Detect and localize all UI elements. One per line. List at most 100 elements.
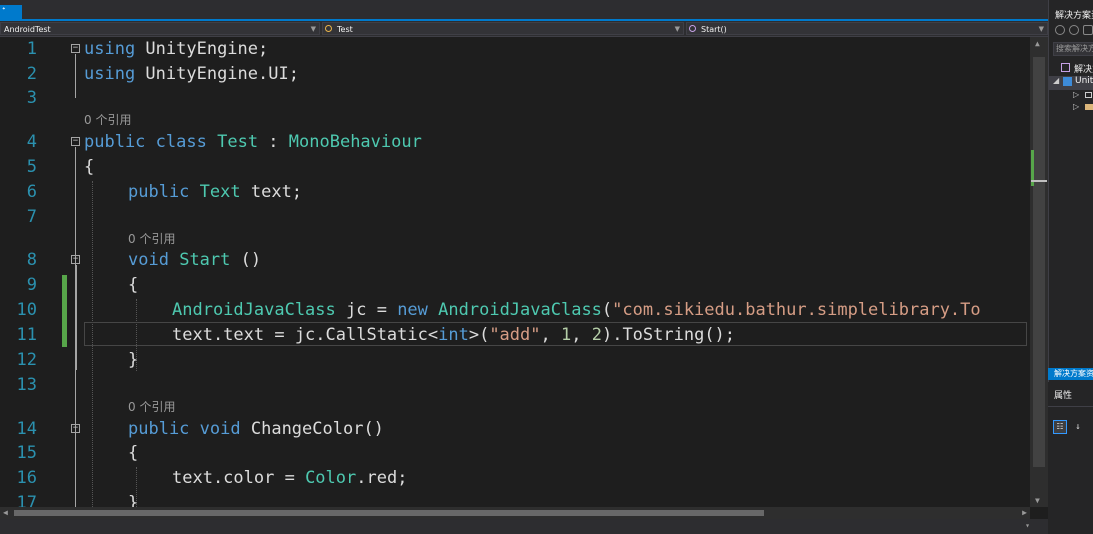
class-dropdown-label: Test <box>337 25 353 34</box>
line-number: 16 <box>16 468 37 488</box>
member-dropdown[interactable]: Start() ▼ <box>686 22 1048 35</box>
collapse-icon[interactable]: − <box>71 44 80 53</box>
class-icon <box>325 25 332 32</box>
method-name: Start <box>179 250 231 270</box>
code-editor[interactable]: 1 2 3 4 5 6 7 8 9 10 11 12 13 14 15 16 1… <box>0 37 1030 507</box>
line-number: 12 <box>16 350 37 370</box>
chevron-down-icon[interactable]: ▾ <box>1025 521 1030 530</box>
keyword: new <box>397 300 428 320</box>
panel-title: 解决方案资源管理器 <box>1055 11 1093 21</box>
code-line-8[interactable]: void Start () <box>128 249 261 271</box>
codelens-references[interactable]: 0 个引用 <box>84 111 131 128</box>
member-dropdown-label: Start() <box>701 25 727 34</box>
categorized-icon[interactable]: ☷ <box>1053 420 1067 434</box>
expand-icon[interactable]: ▷ <box>1073 90 1079 99</box>
code-text: ).ToString(); <box>601 325 736 345</box>
solution-icon <box>1061 63 1070 72</box>
properties-panel: 属性 ☷ ↓ <box>1048 382 1093 534</box>
type-name: Color <box>305 468 357 488</box>
horizontal-scrollbar[interactable]: ◀ ▶ <box>0 507 1030 519</box>
class-dropdown[interactable]: Test ▼ <box>322 22 684 35</box>
collapse-icon[interactable]: − <box>71 255 80 264</box>
type-name: MonoBehaviour <box>288 132 422 152</box>
keyword: public <box>128 182 190 202</box>
code-text: UnityEngine.UI; <box>135 64 299 84</box>
string-literal: "com.sikiedu.bathur.simplelibrary.To <box>612 300 981 320</box>
line-number: 3 <box>26 88 37 108</box>
scroll-thumb[interactable] <box>14 510 764 516</box>
codelens-references[interactable]: 0 个引用 <box>128 230 175 247</box>
code-line-9[interactable]: { <box>128 274 138 296</box>
bottom-status-strip: ▾ <box>0 519 1048 534</box>
line-number: 6 <box>26 182 37 202</box>
code-line-11[interactable]: text.text = jc.CallStatic<int>("add", 1,… <box>172 324 735 346</box>
scroll-thumb[interactable] <box>1033 57 1045 467</box>
codelens-references[interactable]: 0 个引用 <box>128 398 175 415</box>
pin-icon[interactable]: ᐩ <box>2 6 6 16</box>
code-line-1[interactable]: using UnityEngine; <box>84 38 268 60</box>
string-literal: "add" <box>489 325 541 345</box>
code-text: ChangeColor() <box>240 419 384 439</box>
code-text: UnityEngine; <box>135 39 269 59</box>
code-line-12[interactable]: } <box>128 349 138 371</box>
code-line-16[interactable]: text.color = Color.red; <box>172 467 407 489</box>
home-icon[interactable] <box>1083 25 1093 35</box>
tree-item-project[interactable]: ◢ Unity <box>1049 76 1093 90</box>
line-number: 13 <box>16 375 37 395</box>
line-number: 17 <box>16 493 37 507</box>
scroll-left-icon[interactable]: ◀ <box>3 507 8 519</box>
forward-icon[interactable] <box>1069 25 1079 35</box>
code-line-15[interactable]: { <box>128 442 138 464</box>
keyword: public <box>84 132 146 152</box>
code-line-5[interactable]: { <box>84 156 94 178</box>
code-line-6[interactable]: public Text text; <box>128 181 302 203</box>
code-text: ( <box>601 300 613 320</box>
code-line-4[interactable]: public class Test : MonoBehaviour <box>84 131 422 153</box>
line-number: 11 <box>16 325 37 345</box>
document-tab-strip: ᐩ <box>0 0 1048 21</box>
scroll-down-icon[interactable]: ▼ <box>1035 496 1040 505</box>
type-name: AndroidJavaClass <box>438 300 602 320</box>
scroll-up-icon[interactable]: ▲ <box>1035 39 1040 48</box>
code-line-14[interactable]: public void ChangeColor() <box>128 418 384 440</box>
tab-label: 解决方案资源管理器 <box>1054 369 1093 378</box>
fold-line <box>75 54 76 98</box>
search-placeholder: 搜索解决方案资源管理器 <box>1056 44 1093 53</box>
class-name: Test <box>217 132 259 152</box>
search-input[interactable]: 搜索解决方案资源管理器 <box>1053 42 1093 56</box>
code-text: >( <box>468 325 490 345</box>
number-literal: 1 <box>560 325 572 345</box>
code-line-2[interactable]: using UnityEngine.UI; <box>84 63 299 85</box>
scroll-right-icon[interactable]: ▶ <box>1022 507 1027 519</box>
collapse-icon[interactable]: − <box>71 137 80 146</box>
line-number: 4 <box>26 132 37 152</box>
keyword: using <box>84 39 136 59</box>
line-number: 9 <box>26 275 37 295</box>
folder-icon <box>1085 104 1093 110</box>
line-number: 5 <box>26 157 37 177</box>
project-dropdown-label: AndroidTest <box>4 25 51 34</box>
chevron-down-icon: ▼ <box>310 25 316 33</box>
properties-title: 属性 <box>1054 391 1073 401</box>
back-icon[interactable] <box>1055 25 1065 35</box>
navigation-bar: AndroidTest ▼ Test ▼ Start() ▼ <box>0 21 1048 37</box>
tree-item-folder[interactable]: ▷ <box>1049 102 1093 116</box>
project-dropdown[interactable]: AndroidTest ▼ <box>0 22 320 35</box>
line-number: 1 <box>26 39 37 59</box>
alphabetical-sort-icon[interactable]: ↓ <box>1071 420 1085 434</box>
expand-icon[interactable]: ◢ <box>1053 76 1059 85</box>
solution-explorer-tab[interactable]: 解决方案资源管理器 <box>1048 368 1093 380</box>
expand-icon[interactable]: ▷ <box>1073 102 1079 111</box>
code-line-17[interactable]: } <box>128 492 138 507</box>
code-text: .red; <box>356 468 408 488</box>
code-text: jc = <box>335 300 398 320</box>
collapse-icon[interactable]: − <box>71 424 80 433</box>
number-literal: 2 <box>591 325 602 345</box>
vertical-scrollbar[interactable]: ▲ ▼ <box>1030 37 1048 507</box>
code-line-10[interactable]: AndroidJavaClass jc = new AndroidJavaCla… <box>172 299 981 321</box>
type-name: AndroidJavaClass <box>172 300 336 320</box>
tree-item-solution[interactable]: 解决方案 <box>1049 62 1093 76</box>
keyword: public <box>128 419 190 439</box>
caret-position-marker <box>1031 180 1047 182</box>
keyword: class <box>155 132 207 152</box>
